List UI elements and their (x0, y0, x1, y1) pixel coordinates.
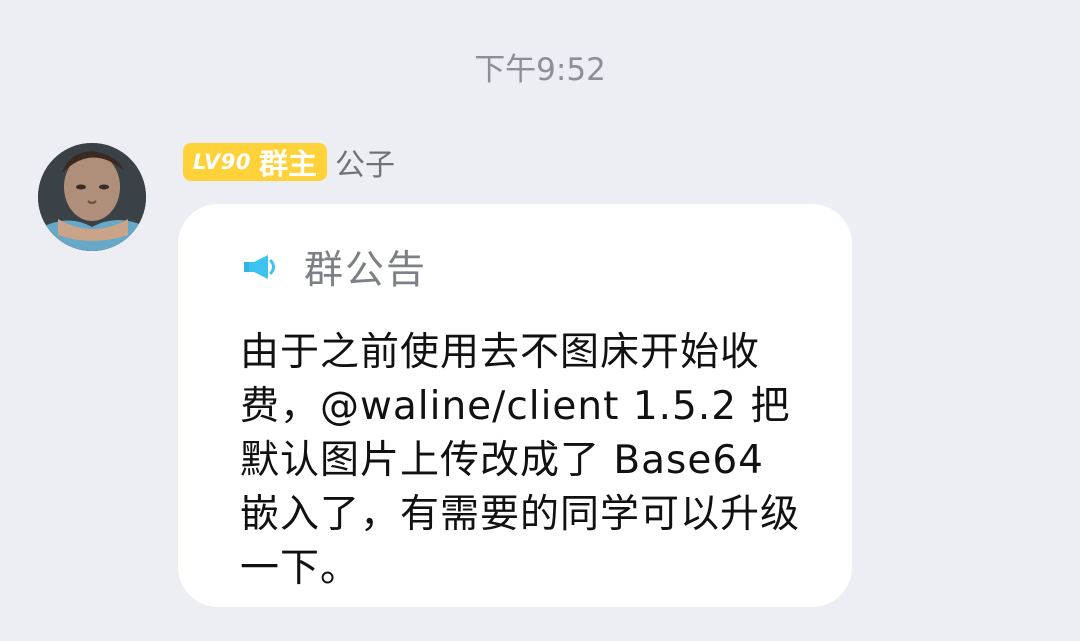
level-badge-text: LV90 (193, 150, 251, 174)
sender-name[interactable]: 公子 (335, 140, 395, 184)
megaphone-icon (244, 255, 275, 279)
role-badge-text: 群主 (258, 147, 317, 181)
user-avatar-icon (38, 143, 146, 251)
announcement-title: 群公告 (304, 248, 428, 293)
message-timestamp: 下午9:52 (474, 52, 606, 88)
sender-row: LV90 群主 公子 (183, 140, 395, 184)
level-badge: LV90 群主 (183, 143, 327, 181)
announcement-bubble[interactable]: 群公告 由于之前使用去不图床开始收费，@waline/client 1.5.2 … (178, 204, 852, 607)
announcement-body: 由于之前使用去不图床开始收费，@waline/client 1.5.2 把默认图… (240, 330, 801, 591)
avatar[interactable] (38, 143, 146, 251)
announcement-header: 群公告 (244, 242, 428, 293)
